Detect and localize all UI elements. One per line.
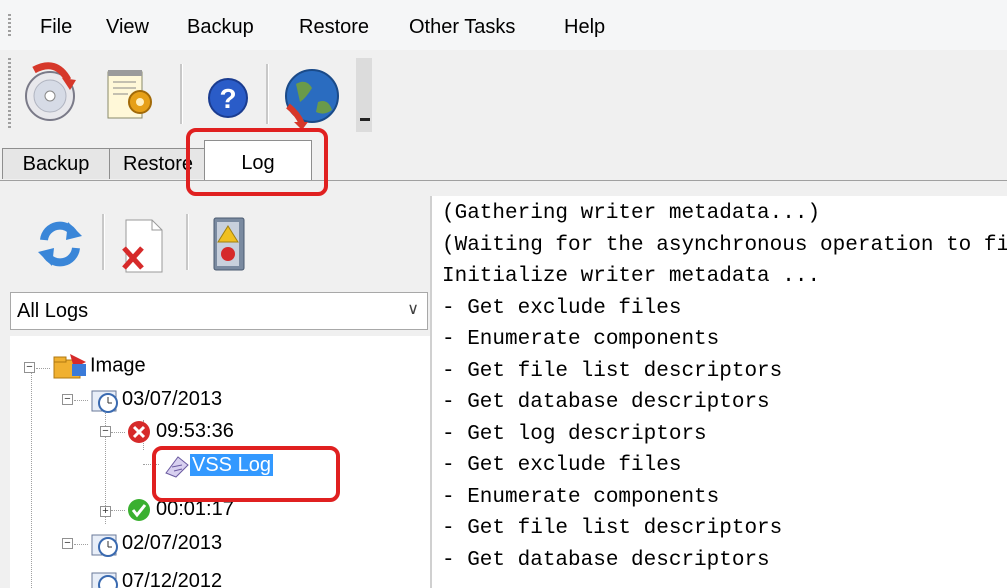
toolbar-grip xyxy=(8,58,11,128)
menu-file[interactable]: File xyxy=(40,16,72,39)
menu-grip xyxy=(8,14,11,38)
error-icon xyxy=(128,420,150,443)
tree-label-date: 03/07/2013 xyxy=(122,388,223,410)
menu-other-tasks[interactable]: Other Tasks xyxy=(409,16,515,39)
log-line: - Get file list descriptors xyxy=(442,359,783,383)
toolbar-overflow-button[interactable]: ▬ xyxy=(356,58,372,132)
tree-label-date: 02/07/2013 xyxy=(122,532,223,554)
log-filter-select[interactable]: All Logs ∨ xyxy=(10,292,428,330)
delete-log-icon[interactable] xyxy=(112,210,172,276)
log-text: (Gathering writer metadata...) (Waiting f… xyxy=(432,196,1007,576)
tree-label-date: 07/12/2012 xyxy=(122,570,223,588)
success-icon xyxy=(128,498,150,521)
tree-expand-toggle[interactable]: + xyxy=(100,506,111,517)
menu-restore[interactable]: Restore xyxy=(299,16,369,39)
main-toolbar: ? ▬ xyxy=(0,50,1007,140)
tab-log-highlight xyxy=(186,128,328,196)
toolbar-separator xyxy=(266,64,269,124)
tree-label-time: 09:53:36 xyxy=(156,420,234,442)
log-content-pane[interactable]: (Gathering writer metadata...) (Waiting f… xyxy=(432,196,1007,588)
disc-backup-icon[interactable] xyxy=(20,58,80,130)
log-toolbar-separator xyxy=(186,214,189,270)
tree-node-image[interactable]: Image xyxy=(52,352,146,380)
log-line: - Get exclude files xyxy=(442,296,682,320)
tree-connector xyxy=(111,510,125,512)
tree-connector xyxy=(36,368,50,370)
log-line: (Waiting for the asynchronous operation … xyxy=(442,233,1007,257)
svg-text:?: ? xyxy=(219,83,236,114)
vss-log-highlight xyxy=(152,446,340,502)
log-line: - Get database descriptors xyxy=(442,548,770,572)
backup-date-icon xyxy=(91,534,118,557)
log-line: - Get file list descriptors xyxy=(442,517,783,540)
tree-connector xyxy=(111,432,125,434)
tree-node-date[interactable]: 03/07/2013 xyxy=(90,386,222,413)
log-filter-value: All Logs xyxy=(17,300,89,322)
tree-node-date[interactable]: 02/07/2013 xyxy=(90,530,222,557)
log-browser-pane: All Logs ∨ − Image − 03/07/2013 − 09:53:… xyxy=(0,196,432,588)
help-icon[interactable]: ? xyxy=(198,58,258,130)
log-line: - Get exclude files xyxy=(442,454,682,477)
image-folder-icon xyxy=(53,354,86,379)
log-line: Initialize writer metadata ... xyxy=(442,265,821,288)
log-line: - Enumerate components xyxy=(442,328,720,351)
backup-date-icon xyxy=(91,572,118,588)
tree-label-image: Image xyxy=(90,354,146,377)
tree-node-session-error[interactable]: 09:53:36 xyxy=(126,418,234,445)
tab-backup[interactable]: Backup xyxy=(2,148,110,179)
tree-connector xyxy=(74,544,88,546)
tree-collapse-toggle[interactable]: − xyxy=(100,426,111,437)
menu-help[interactable]: Help xyxy=(564,16,605,39)
tree-collapse-toggle[interactable]: − xyxy=(24,362,35,373)
toolbar-separator xyxy=(180,64,183,124)
tab-strip: Backup Restore Log xyxy=(0,140,1007,184)
log-report-icon[interactable] xyxy=(198,210,258,276)
refresh-icon[interactable] xyxy=(30,210,90,276)
tree-collapse-toggle[interactable]: − xyxy=(62,394,73,405)
settings-document-icon[interactable] xyxy=(98,58,158,130)
menu-backup[interactable]: Backup xyxy=(187,16,254,39)
tree-connector xyxy=(74,400,88,402)
log-line: (Gathering writer metadata...) xyxy=(442,202,821,225)
menu-view[interactable]: View xyxy=(106,16,149,39)
backup-date-icon xyxy=(91,390,118,413)
tree-node-date[interactable]: 07/12/2012 xyxy=(90,568,222,588)
log-line: - Get database descriptors xyxy=(442,391,770,414)
log-line: - Enumerate components xyxy=(442,485,720,509)
log-line: - Get log descriptors xyxy=(442,422,707,446)
globe-icon[interactable] xyxy=(280,58,340,130)
menu-bar: File View Backup Restore Other Tasks Hel… xyxy=(0,0,1007,50)
tree-connector xyxy=(31,370,33,588)
tree-collapse-toggle[interactable]: − xyxy=(62,538,73,549)
log-toolbar-separator xyxy=(102,214,105,270)
tab-divider xyxy=(0,180,1007,181)
chevron-down-icon: ∨ xyxy=(407,301,419,318)
